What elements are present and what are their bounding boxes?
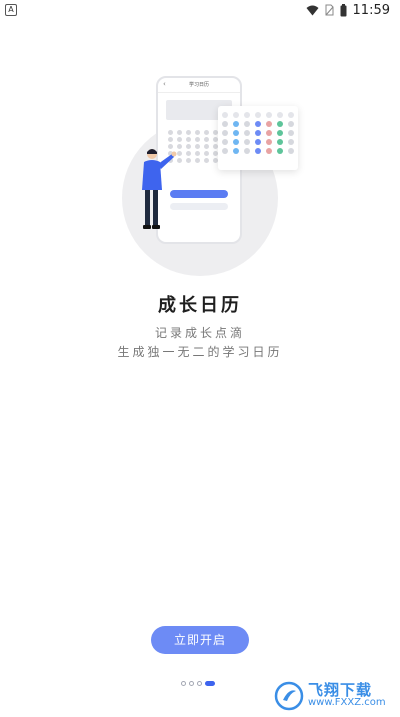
watermark-url: www.FXXZ.com [308,697,386,708]
watermark-logo-icon [274,681,304,711]
phone-grid-dot [186,137,191,142]
status-icons: 11:59 [306,2,390,18]
phone-grid-dot [195,130,200,135]
calendar-day-dot [255,121,261,127]
calendar-illustration: ‹ 学习日历 [118,70,298,276]
phone-grid-dot [168,137,173,142]
page-title: 成长日历 [158,295,242,316]
status-badge: A [5,4,17,16]
phone-grid-dot [195,144,200,149]
calendar-day-dot [277,121,283,127]
calendar-day-dot [277,130,283,136]
calendar-day-dot [233,112,239,118]
calendar-day-dot [288,130,294,136]
calendar-day-dot [288,121,294,127]
calendar-card-grid [222,112,298,154]
phone-grid-dot [204,151,209,156]
phone-grid-dot [186,158,191,163]
calendar-day-dot [266,130,272,136]
calendar-day-dot [277,112,283,118]
page-dot [189,681,194,686]
calendar-day-dot [277,148,283,154]
phone-grid-dot [186,130,191,135]
calendar-day-dot [244,112,250,118]
phone-grid-dot [168,130,173,135]
page-dot [205,681,215,686]
calendar-day-dot [266,121,272,127]
calendar-day-dot [266,112,272,118]
calendar-day-dot [244,148,250,154]
calendar-day-dot [255,148,261,154]
page-indicator [181,681,215,686]
phone-grid-dot [204,144,209,149]
calendar-day-dot [244,121,250,127]
calendar-day-dot [255,130,261,136]
battery-icon [340,3,347,16]
phone-grid-dot [177,137,182,142]
phone-grid-dot [204,130,209,135]
page-subtitle: 记录成长点滴 生成独一无二的学习日历 [0,324,400,362]
calendar-day-dot [233,130,239,136]
person-illustration [142,149,177,229]
calendar-day-dot [288,148,294,154]
calendar-day-dot [255,112,261,118]
subtitle-line-2: 生成独一无二的学习日历 [117,345,283,359]
phone-grid-dot [177,130,182,135]
phone-grid-dot [186,151,191,156]
calendar-day-dot [222,112,228,118]
calendar-day-dot [222,148,228,154]
wifi-icon [306,5,319,15]
start-button[interactable]: 立即开启 [151,626,249,654]
calendar-card [218,106,298,170]
calendar-day-dot [222,130,228,136]
calendar-day-dot [244,130,250,136]
phone-grid-dot [195,137,200,142]
page-dot [181,681,186,686]
phone-grid-dot [195,151,200,156]
status-bar: A 11:59 [0,0,400,22]
subtitle-line-1: 记录成长点滴 [154,326,245,340]
phone-title: 学习日历 [188,82,209,88]
phone-grid-dot [186,144,191,149]
phone-header: ‹ 学习日历 [158,78,240,93]
calendar-day-dot [255,139,261,145]
phone-grid-dot [204,137,209,142]
phone-grid-dot [195,158,200,163]
page-dot [197,681,202,686]
calendar-day-dot [222,139,228,145]
calendar-day-dot [233,139,239,145]
sim-icon [325,4,334,16]
calendar-day-dot [288,139,294,145]
watermark: 飞翔下载 www.FXXZ.com [274,679,394,713]
phone-grid-dot [204,158,209,163]
calendar-day-dot [266,139,272,145]
calendar-day-dot [288,112,294,118]
calendar-day-dot [244,139,250,145]
calendar-day-dot [277,139,283,145]
status-time: 11:59 [352,2,390,18]
calendar-day-dot [222,121,228,127]
calendar-day-dot [266,148,272,154]
calendar-day-dot [233,121,239,127]
calendar-day-dot [233,148,239,154]
